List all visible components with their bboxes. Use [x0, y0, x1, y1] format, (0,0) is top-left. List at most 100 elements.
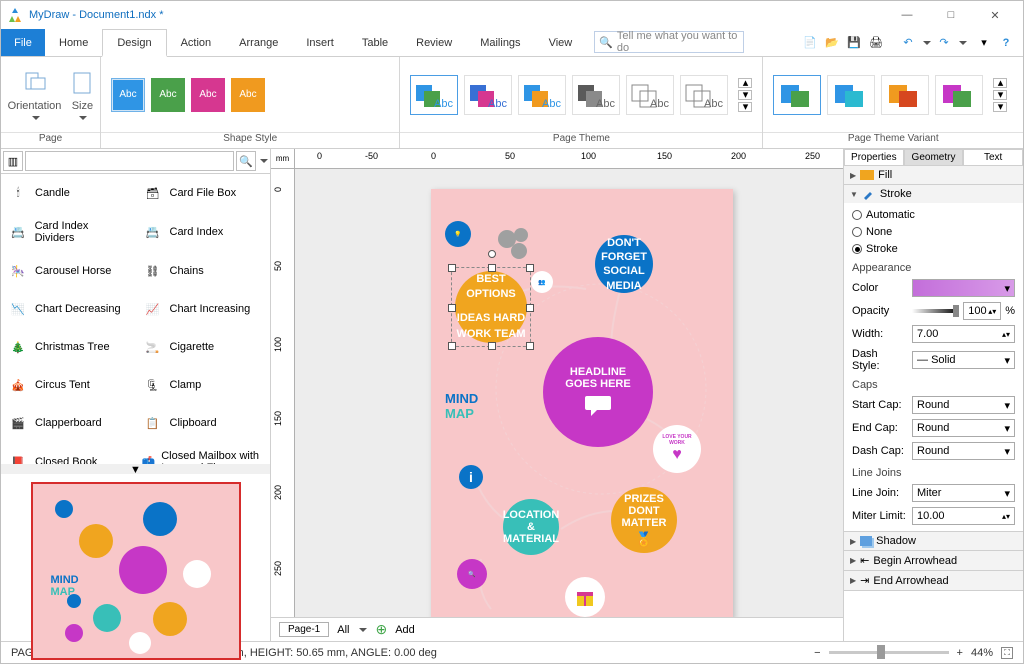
section-stroke-header[interactable]: ▼Stroke [844, 185, 1023, 203]
variant-1[interactable] [773, 75, 821, 115]
social-bubble[interactable]: DON'TFORGETSOCIALMEDIA [595, 235, 653, 293]
page[interactable]: 💡 👥 DON'TFORGETSOCIALMEDIA BESTOPTIONSID… [431, 189, 733, 617]
love-bubble[interactable]: LOVE YOURWORK ♥ [653, 425, 701, 473]
search-bubble[interactable]: 🔍 [457, 559, 487, 589]
minimize-button[interactable]: ― [885, 1, 929, 29]
shape-list[interactable]: 🕯Candle🗃Card File Box📇Card Index Divider… [1, 174, 270, 464]
undo-button[interactable]: ↶ [899, 34, 917, 52]
tab-geometry[interactable]: Geometry [904, 149, 964, 166]
size-button[interactable]: Size [71, 70, 93, 120]
selection-box[interactable] [451, 267, 531, 347]
section-fill-header[interactable]: ▶Fill [844, 166, 1023, 184]
close-button[interactable]: ✕ [973, 1, 1017, 29]
page-preview[interactable]: MINDMAP [1, 474, 270, 668]
bulb-bubble[interactable]: 💡 [445, 221, 471, 247]
collapse-ribbon-icon[interactable]: ▾ [975, 34, 993, 52]
prizes-bubble[interactable]: PRIZES DONTMATTER 🏅 [611, 487, 677, 553]
gift-bubble[interactable] [565, 577, 605, 617]
shape-item[interactable]: 📫Closed Mailbox with Lowered Flag [136, 442, 271, 464]
page-theme-4[interactable]: Abc [572, 75, 620, 115]
shapes-search-input[interactable] [25, 151, 234, 171]
open-icon[interactable]: 📂 [823, 34, 841, 52]
tab-review[interactable]: Review [402, 29, 466, 56]
tab-action[interactable]: Action [167, 29, 226, 56]
print-icon[interactable]: 🖨 [867, 34, 885, 52]
variant-2[interactable] [827, 75, 875, 115]
shape-style-2[interactable]: Abc [151, 78, 185, 112]
tab-table[interactable]: Table [348, 29, 402, 56]
section-begin-arrow-header[interactable]: ▶⇤Begin Arrowhead [844, 551, 1023, 570]
stroke-automatic-radio[interactable]: Automatic [852, 209, 1015, 221]
canvas[interactable]: 💡 👥 DON'TFORGETSOCIALMEDIA BESTOPTIONSID… [295, 169, 843, 617]
undo-dropdown[interactable] [923, 41, 931, 45]
shape-item[interactable]: 🕯Candle [1, 174, 136, 212]
dash-style-select[interactable]: — Solid▾ [912, 351, 1015, 369]
tab-text[interactable]: Text [963, 149, 1023, 166]
opacity-slider[interactable] [912, 309, 959, 313]
zoom-in-button[interactable]: + [957, 647, 963, 659]
shape-item[interactable]: 📇Card Index [136, 212, 271, 252]
variant-3[interactable] [881, 75, 929, 115]
shapes-resize-handle[interactable]: ▼ [1, 464, 270, 474]
page-tab-all[interactable]: All [337, 624, 349, 636]
save-icon[interactable]: 💾 [845, 34, 863, 52]
end-cap-select[interactable]: Round▾ [912, 419, 1015, 437]
gears-bubble[interactable] [491, 221, 537, 267]
tab-arrange[interactable]: Arrange [225, 29, 292, 56]
add-page-label[interactable]: Add [395, 624, 415, 636]
file-button[interactable]: File [1, 29, 45, 56]
opacity-input[interactable]: 100▴▾ [963, 302, 1001, 320]
page-tab-1[interactable]: Page-1 [279, 622, 329, 637]
shape-style-3[interactable]: Abc [191, 78, 225, 112]
shape-item[interactable]: 🎄Christmas Tree [1, 328, 136, 366]
orientation-button[interactable]: Orientation [8, 70, 62, 120]
new-icon[interactable]: 📄 [801, 34, 819, 52]
shape-style-4[interactable]: Abc [231, 78, 265, 112]
shape-item[interactable]: 🎬Clapperboard [1, 404, 136, 442]
redo-dropdown[interactable] [959, 41, 967, 45]
section-end-arrow-header[interactable]: ▶⇥End Arrowhead [844, 571, 1023, 590]
redo-button[interactable]: ↷ [935, 34, 953, 52]
shapes-search-dropdown[interactable] [260, 159, 268, 163]
stroke-color-picker[interactable]: ▾ [912, 279, 1015, 297]
zoom-fit-button[interactable]: ⛶ [1001, 647, 1013, 659]
info-bubble[interactable]: i [459, 465, 483, 489]
maximize-button[interactable]: □ [929, 1, 973, 29]
page-theme-6[interactable]: Abc [680, 75, 728, 115]
shapes-search-button[interactable]: 🔍 [236, 151, 256, 171]
stroke-none-radio[interactable]: None [852, 226, 1015, 238]
variant-more[interactable]: ▾ [993, 102, 1007, 112]
shape-item[interactable]: 🎪Circus Tent [1, 366, 136, 404]
zoom-slider[interactable] [829, 651, 949, 654]
shape-item[interactable]: 📕Closed Book [1, 442, 136, 464]
shape-item[interactable]: 🗃Card File Box [136, 174, 271, 212]
variant-4[interactable] [935, 75, 983, 115]
start-cap-select[interactable]: Round▾ [912, 396, 1015, 414]
shape-item[interactable]: 🎠Carousel Horse [1, 252, 136, 290]
shape-item[interactable]: 📉Chart Decreasing [1, 290, 136, 328]
tab-properties[interactable]: Properties [844, 149, 904, 166]
theme-scroll-up[interactable]: ▴ [738, 78, 752, 88]
tab-view[interactable]: View [535, 29, 587, 56]
variant-scroll-down[interactable]: ▾ [993, 90, 1007, 100]
variant-scroll-up[interactable]: ▴ [993, 78, 1007, 88]
dash-cap-select[interactable]: Round▾ [912, 442, 1015, 460]
miter-limit-input[interactable]: 10.00▴▾ [912, 507, 1015, 525]
page-theme-3[interactable]: Abc [518, 75, 566, 115]
page-theme-2[interactable]: Abc [464, 75, 512, 115]
headline-bubble[interactable]: HEADLINEGOES HERE [543, 337, 653, 447]
shape-item[interactable]: 🚬Cigarette [136, 328, 271, 366]
shape-item[interactable]: 📋Clipboard [136, 404, 271, 442]
page-theme-5[interactable]: Abc [626, 75, 674, 115]
all-dropdown[interactable] [359, 628, 367, 632]
location-bubble[interactable]: LOCATION &MATERIAL [503, 499, 559, 555]
tab-home[interactable]: Home [45, 29, 102, 56]
line-join-select[interactable]: Miter▾ [912, 484, 1015, 502]
zoom-out-button[interactable]: − [814, 647, 820, 659]
theme-more[interactable]: ▾ [738, 102, 752, 112]
shape-item[interactable]: ⛓Chains [136, 252, 271, 290]
theme-scroll-down[interactable]: ▾ [738, 90, 752, 100]
tab-mailings[interactable]: Mailings [466, 29, 534, 56]
add-page-icon[interactable]: ⊕ [375, 621, 387, 638]
stroke-width-input[interactable]: 7.00▴▾ [912, 325, 1015, 343]
